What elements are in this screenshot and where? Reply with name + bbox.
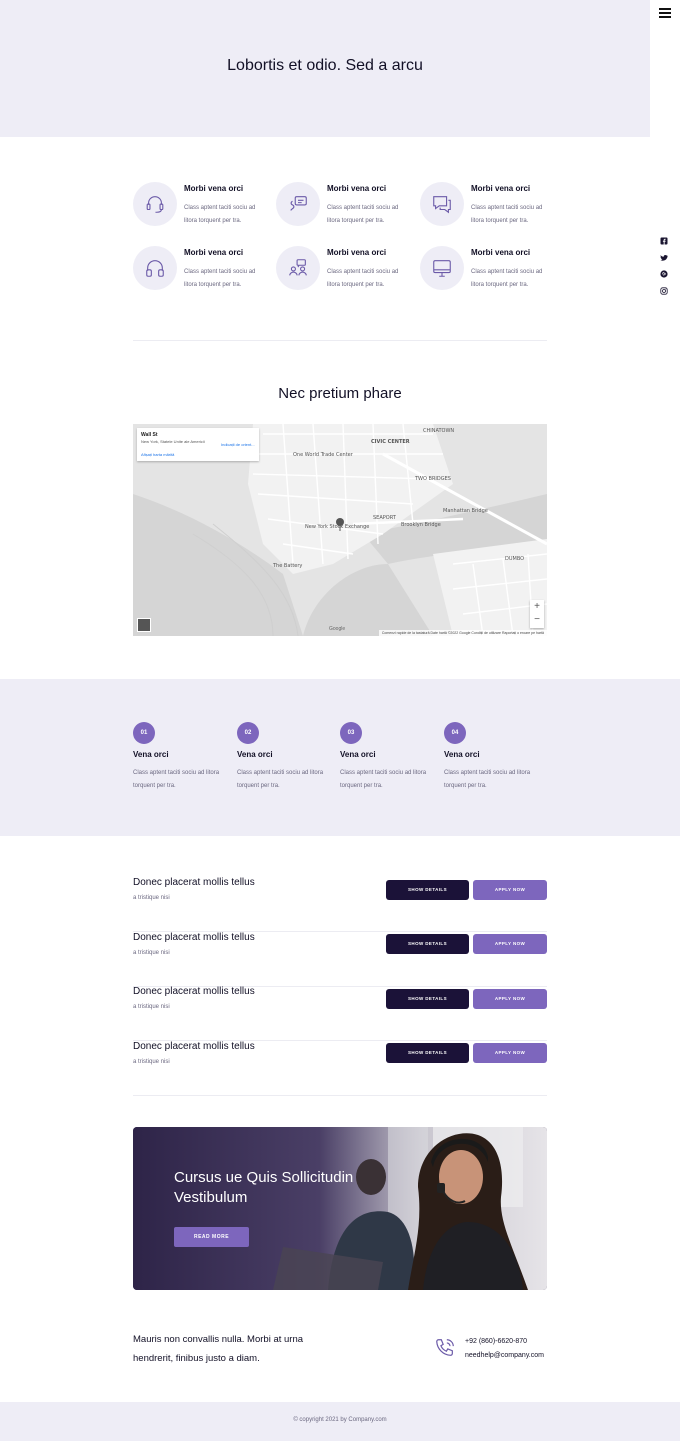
feature-item: Morbi vena orci Class aptent taciti soci… — [276, 182, 416, 242]
contact-phone-link[interactable]: +92 (860)-6620-870 — [465, 1338, 527, 1345]
support-agents-photo — [133, 1127, 547, 1290]
show-details-button[interactable]: SHOW DETAILS — [386, 934, 469, 954]
job-subtitle: a tristique nisi — [133, 950, 170, 956]
map-info-card: Wall St New York, Statele Unite ale Amer… — [137, 428, 259, 461]
step-description: Class aptent taciti sociu ad litora torq… — [237, 770, 324, 789]
job-title: Donec placerat mollis tellus — [133, 932, 255, 943]
job-subtitle: a tristique nisi — [133, 895, 170, 901]
copyright-text: © copyright 2021 by Company.com — [293, 1417, 387, 1423]
job-subtitle: a tristique nisi — [133, 1004, 170, 1010]
map-label: New York Stock Exchange — [305, 524, 370, 530]
step-description: Class aptent taciti sociu ad litora torq… — [133, 770, 220, 789]
pinterest-icon[interactable] — [660, 270, 668, 278]
hamburger-menu-icon[interactable] — [659, 8, 671, 19]
google-logo: Google — [329, 626, 346, 632]
step-description: Class aptent taciti sociu ad litora torq… — [340, 770, 427, 789]
headset-icon — [133, 182, 177, 226]
map-label: Manhattan Bridge — [443, 508, 488, 514]
feature-description: Class aptent taciti sociu ad litora torq… — [327, 205, 399, 224]
instagram-icon[interactable] — [660, 287, 668, 295]
map-larger-link[interactable]: Afișați harta mărită — [141, 452, 174, 457]
location-map[interactable]: CIVIC CENTER CHINATOWN TWO BRIDGES SEAPO… — [133, 424, 547, 636]
job-listing: Donec placerat mollis tellus a tristique… — [133, 986, 547, 1041]
feature-item: Morbi vena orci Class aptent taciti soci… — [420, 246, 560, 306]
apply-now-button[interactable]: APPLY NOW — [473, 934, 547, 954]
feature-title: Morbi vena orci — [471, 184, 531, 193]
feature-item: Morbi vena orci Class aptent taciti soci… — [133, 246, 273, 306]
map-satellite-toggle[interactable] — [137, 618, 151, 632]
team-chat-icon — [276, 246, 320, 290]
contact-text: Mauris non convallis nulla. Morbi at urn… — [133, 1334, 304, 1364]
job-title: Donec placerat mollis tellus — [133, 1041, 255, 1052]
map-place-address: New York, Statele Unite ale Americii — [141, 439, 205, 444]
hero-banner: Lobortis et odio. Sed a arcu — [0, 0, 650, 137]
step-title: Vena orci — [133, 750, 169, 759]
contact-email-link[interactable]: needhelp@company.com — [465, 1352, 544, 1359]
feature-item: Morbi vena orci Class aptent taciti soci… — [133, 182, 273, 242]
map-label: DUMBO — [505, 556, 525, 562]
feature-description: Class aptent taciti sociu ad litora torq… — [184, 205, 256, 224]
apply-now-button[interactable]: APPLY NOW — [473, 1043, 547, 1063]
messages-icon — [420, 182, 464, 226]
twitter-icon[interactable] — [660, 254, 668, 262]
apply-now-button[interactable]: APPLY NOW — [473, 880, 547, 900]
step-description: Class aptent taciti sociu ad litora torq… — [444, 770, 531, 789]
feature-title: Morbi vena orci — [327, 248, 387, 257]
map-label: CHINATOWN — [423, 428, 455, 434]
monitor-icon — [420, 246, 464, 290]
feature-title: Morbi vena orci — [184, 184, 244, 193]
step-title: Vena orci — [340, 750, 376, 759]
map-section-title: Nec pretium phare — [278, 385, 402, 402]
map-label: The Battery — [273, 563, 303, 569]
job-title: Donec placerat mollis tellus — [133, 877, 255, 888]
step-number: 03 — [340, 722, 362, 744]
feature-description: Class aptent taciti sociu ad litora torq… — [184, 269, 256, 288]
feature-description: Class aptent taciti sociu ad litora torq… — [327, 269, 399, 288]
feature-item: Morbi vena orci Class aptent taciti soci… — [420, 182, 560, 242]
promo-banner: Cursus ue Quis Sollicitudin Vestibulum R… — [133, 1127, 547, 1290]
map-place-title: Wall St — [141, 432, 158, 438]
facebook-icon[interactable] — [660, 237, 668, 245]
feature-description: Class aptent taciti sociu ad litora torq… — [471, 205, 543, 224]
promo-title: Cursus ue Quis Sollicitudin Vestibulum — [174, 1169, 354, 1206]
feature-title: Morbi vena orci — [184, 248, 244, 257]
phone-icon — [434, 1337, 456, 1359]
chat-icon — [276, 182, 320, 226]
map-label: CIVIC CENTER — [371, 439, 410, 445]
read-more-button[interactable]: READ MORE — [174, 1227, 249, 1247]
feature-description: Class aptent taciti sociu ad litora torq… — [471, 269, 543, 288]
map-zoom-controls[interactable]: + − — [530, 600, 544, 628]
show-details-button[interactable]: SHOW DETAILS — [386, 880, 469, 900]
map-attribution[interactable]: Comenzi rapide de la tastatură Date hart… — [378, 630, 547, 636]
map-label: TWO BRIDGES — [415, 476, 451, 482]
section-divider — [133, 340, 547, 341]
map-label: Brooklyn Bridge — [401, 522, 441, 528]
step-number: 02 — [237, 722, 259, 744]
job-listing: Donec placerat mollis tellus a tristique… — [133, 932, 547, 987]
headphones-icon — [133, 246, 177, 290]
show-details-button[interactable]: SHOW DETAILS — [386, 989, 469, 1009]
site-footer: © copyright 2021 by Company.com — [0, 1402, 680, 1441]
step-title: Vena orci — [237, 750, 273, 759]
feature-title: Morbi vena orci — [327, 184, 387, 193]
map-directions-link[interactable]: Indicații de orient... — [221, 442, 255, 447]
job-title: Donec placerat mollis tellus — [133, 986, 255, 997]
job-subtitle: a tristique nisi — [133, 1059, 170, 1065]
map-label: One World Trade Center — [293, 452, 353, 458]
map-label: SEAPORT — [373, 515, 396, 521]
feature-item: Morbi vena orci Class aptent taciti soci… — [276, 246, 416, 306]
feature-title: Morbi vena orci — [471, 248, 531, 257]
step-number: 04 — [444, 722, 466, 744]
show-details-button[interactable]: SHOW DETAILS — [386, 1043, 469, 1063]
job-listing: Donec placerat mollis tellus a tristique… — [133, 1041, 547, 1096]
job-listing: Donec placerat mollis tellus a tristique… — [133, 877, 547, 932]
apply-now-button[interactable]: APPLY NOW — [473, 989, 547, 1009]
hero-title: Lobortis et odio. Sed a arcu — [227, 57, 423, 74]
step-title: Vena orci — [444, 750, 480, 759]
step-number: 01 — [133, 722, 155, 744]
